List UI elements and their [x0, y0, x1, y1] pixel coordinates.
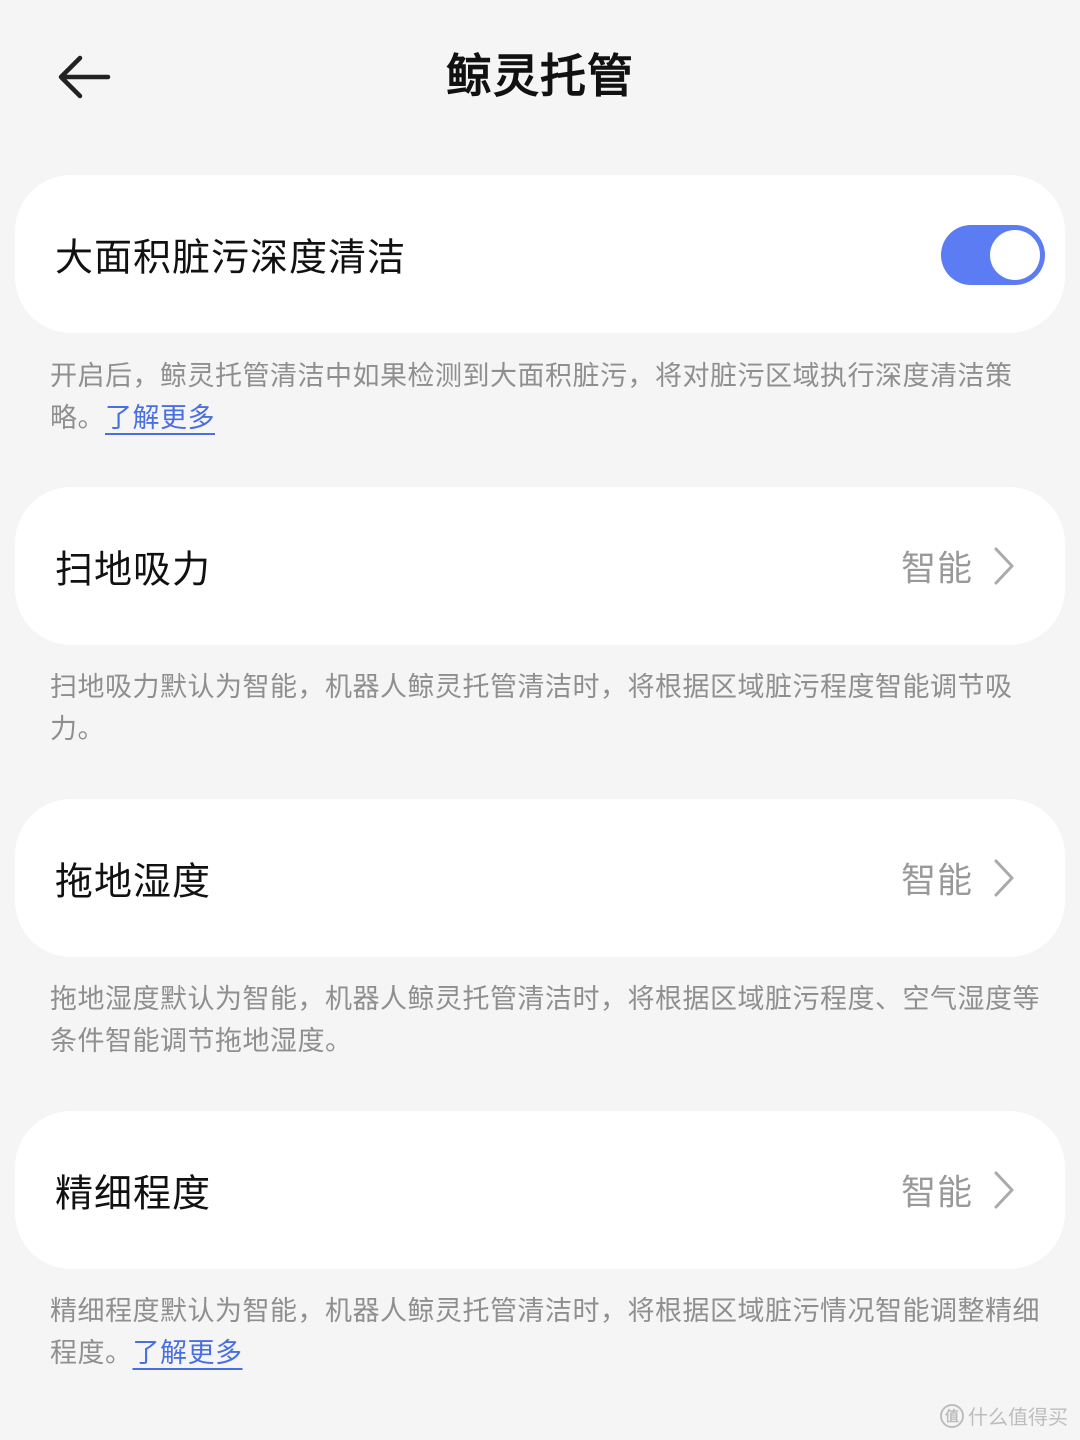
- deep-clean-label: 大面积脏污深度清洁: [55, 235, 407, 280]
- mop-humidity-description: 拖地湿度默认为智能，机器人鲸灵托管清洁时，将根据区域脏污程度、空气湿度等条件智能…: [50, 979, 1040, 1063]
- chevron-right-icon: [993, 1170, 1015, 1210]
- watermark-logo-icon: 值: [940, 1403, 964, 1428]
- chevron-right-icon: [993, 546, 1015, 586]
- mop-humidity-label: 拖地湿度: [55, 859, 212, 904]
- deep-clean-description: 开启后，鲸灵托管清洁中如果检测到大面积脏污，将对脏污区域执行深度清洁策略。了解更…: [50, 356, 1040, 440]
- toggle-knob: [990, 230, 1040, 280]
- suction-card[interactable]: 扫地吸力 智能: [15, 487, 1065, 645]
- watermark: 值 什么值得买: [940, 1401, 1068, 1430]
- mop-humidity-value: 智能: [900, 861, 973, 902]
- deep-clean-learn-more-link[interactable]: 了解更多: [105, 403, 215, 434]
- suction-description-text: 扫地吸力默认为智能，机器人鲸灵托管清洁时，将根据区域脏污程度智能调节吸力。: [50, 672, 1013, 745]
- chevron-right-icon: [993, 858, 1015, 898]
- deep-clean-toggle[interactable]: [941, 225, 1045, 285]
- fineness-description: 精细程度默认为智能，机器人鲸灵托管清洁时，将根据区域脏污情况智能调整精细程度。了…: [50, 1291, 1040, 1375]
- deep-clean-card: 大面积脏污深度清洁: [15, 175, 1065, 333]
- suction-label: 扫地吸力: [55, 547, 212, 592]
- fineness-value: 智能: [900, 1173, 973, 1214]
- mop-humidity-description-text: 拖地湿度默认为智能，机器人鲸灵托管清洁时，将根据区域脏污程度、空气湿度等条件智能…: [50, 984, 1040, 1057]
- header: 鲸灵托管: [0, 0, 1080, 150]
- fineness-label: 精细程度: [55, 1171, 212, 1216]
- fineness-card[interactable]: 精细程度 智能: [15, 1111, 1065, 1269]
- suction-description: 扫地吸力默认为智能，机器人鲸灵托管清洁时，将根据区域脏污程度智能调节吸力。: [50, 667, 1040, 751]
- mop-humidity-card[interactable]: 拖地湿度 智能: [15, 799, 1065, 957]
- fineness-learn-more-link[interactable]: 了解更多: [133, 1338, 243, 1369]
- page-title: 鲸灵托管: [446, 49, 634, 103]
- watermark-text: 什么值得买: [968, 1405, 1068, 1429]
- suction-value: 智能: [900, 549, 973, 590]
